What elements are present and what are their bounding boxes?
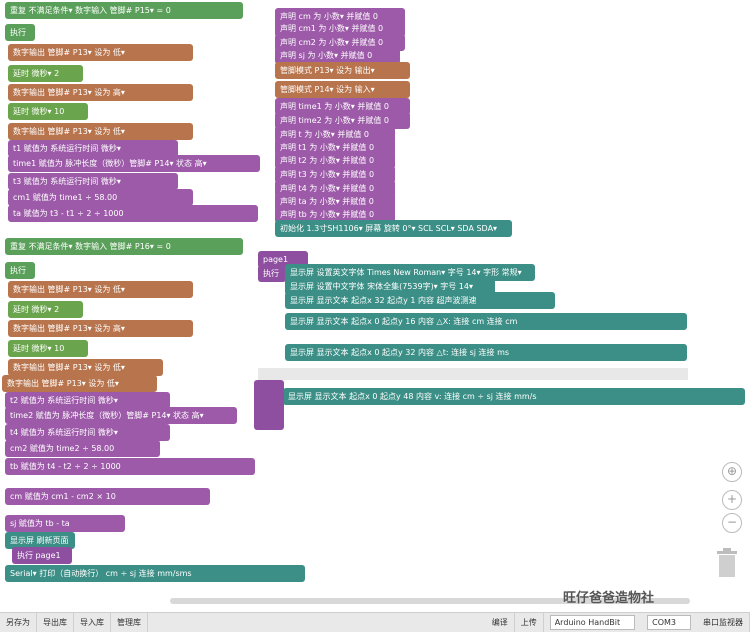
bottom-toolbar: 另存为 导出库 导入库 管理库 编译 上传 Arduino HandBit CO… — [0, 612, 750, 632]
code-block[interactable]: 数字输出 管脚# P13▾ 设为 高▾ — [8, 320, 193, 337]
zoom-in-icon[interactable]: + — [722, 490, 742, 510]
setup-block[interactable]: 显示屏 显示文本 起点x 0 起点y 32 内容 △t: 连接 sj 连接 ms — [285, 344, 687, 361]
upload-button[interactable]: 上传 — [515, 613, 544, 632]
code-block[interactable]: 数字输出 管脚# P13▾ 设为 低▾ — [2, 375, 157, 392]
code-block[interactable]: 数字输出 管脚# P13▾ 设为 低▾ — [8, 281, 193, 298]
trash-icon[interactable] — [714, 547, 740, 579]
page1-proc-body[interactable] — [254, 380, 284, 430]
save-as-button[interactable]: 另存为 — [0, 613, 37, 632]
code-block[interactable]: 延时 微秒▾ 2 — [8, 301, 83, 318]
board-select[interactable]: Arduino HandBit — [549, 615, 636, 630]
code-block[interactable]: 数字输出 管脚# P13▾ 设为 低▾ — [8, 123, 193, 140]
code-block[interactable]: 延时 微秒▾ 10 — [8, 340, 88, 357]
setup-block[interactable]: 显示屏 显示文本 起点x 0 起点y 48 内容 v: 连接 cm ÷ sj 连… — [283, 388, 745, 405]
code-block[interactable]: 延时 微秒▾ 2 — [8, 65, 83, 82]
code-block[interactable]: 执行 page1 — [12, 547, 72, 564]
recenter-icon[interactable]: ⊕ — [722, 462, 742, 482]
setup-block[interactable]: 管脚模式 P14▾ 设为 输入▾ — [275, 81, 410, 98]
code-block[interactable]: 数字输出 管脚# P13▾ 设为 低▾ — [8, 44, 193, 61]
port-select[interactable]: COM3 — [647, 615, 691, 630]
watermark-text: 旺仔爸爸造物社 — [563, 591, 655, 606]
code-block[interactable]: 重复 不满足条件▾ 数字输入 管脚# P15▾ = 0 — [5, 2, 243, 19]
code-block[interactable]: 延时 微秒▾ 10 — [8, 103, 88, 120]
code-block[interactable]: Serial▾ 打印（自动换行） cm ÷ sj 连接 mm/sms — [5, 565, 305, 582]
code-block[interactable]: tb 赋值为 t4 - t2 ÷ 2 ÷ 1000 — [5, 458, 255, 475]
code-block[interactable]: 执行 — [5, 24, 35, 41]
code-block[interactable]: t4 赋值为 系统运行时间 微秒▾ — [5, 424, 170, 441]
code-block[interactable]: cm 赋值为 cm1 - cm2 × 10 — [5, 488, 210, 505]
drag-shadow — [258, 368, 688, 380]
code-block[interactable]: cm2 赋值为 time2 ÷ 58.00 — [5, 440, 160, 457]
code-block[interactable]: t3 赋值为 系统运行时间 微秒▾ — [8, 173, 178, 190]
code-block[interactable]: time1 赋值为 脉冲长度（微秒）管脚# P14▾ 状态 高▾ — [8, 155, 260, 172]
code-block[interactable]: time2 赋值为 脉冲长度（微秒）管脚# P14▾ 状态 高▾ — [5, 407, 237, 424]
setup-block[interactable]: 显示屏 显示文本 起点x 32 起点y 1 内容 超声波测速 — [285, 292, 555, 309]
setup-block[interactable]: 显示屏 显示文本 起点x 0 起点y 16 内容 △X: 连接 cm 连接 cm — [285, 313, 687, 330]
setup-block[interactable]: 执行 — [258, 265, 286, 282]
code-block[interactable]: sj 赋值为 tb - ta — [5, 515, 125, 532]
code-block[interactable]: 数字输出 管脚# P13▾ 设为 低▾ — [8, 359, 163, 376]
code-block[interactable]: 数字输出 管脚# P13▾ 设为 高▾ — [8, 84, 193, 101]
export-lib-button[interactable]: 导出库 — [37, 613, 74, 632]
setup-block[interactable]: 管脚模式 P13▾ 设为 输出▾ — [275, 62, 410, 79]
compile-button[interactable]: 编译 — [486, 613, 515, 632]
code-block[interactable]: 执行 — [5, 262, 35, 279]
code-block[interactable]: 重复 不满足条件▾ 数字输入 管脚# P16▾ = 0 — [5, 238, 243, 255]
manage-lib-button[interactable]: 管理库 — [111, 613, 148, 632]
code-block[interactable]: ta 赋值为 t3 - t1 ÷ 2 ÷ 1000 — [8, 205, 258, 222]
zoom-out-icon[interactable]: − — [722, 513, 742, 533]
import-lib-button[interactable]: 导入库 — [74, 613, 111, 632]
code-block[interactable]: cm1 赋值为 time1 ÷ 58.00 — [8, 189, 193, 206]
serial-monitor-button[interactable]: 串口监视器 — [697, 613, 750, 632]
setup-block[interactable]: 初始化 1.3寸SH1106▾ 屏幕 旋转 0°▾ SCL SCL▾ SDA S… — [275, 220, 512, 237]
